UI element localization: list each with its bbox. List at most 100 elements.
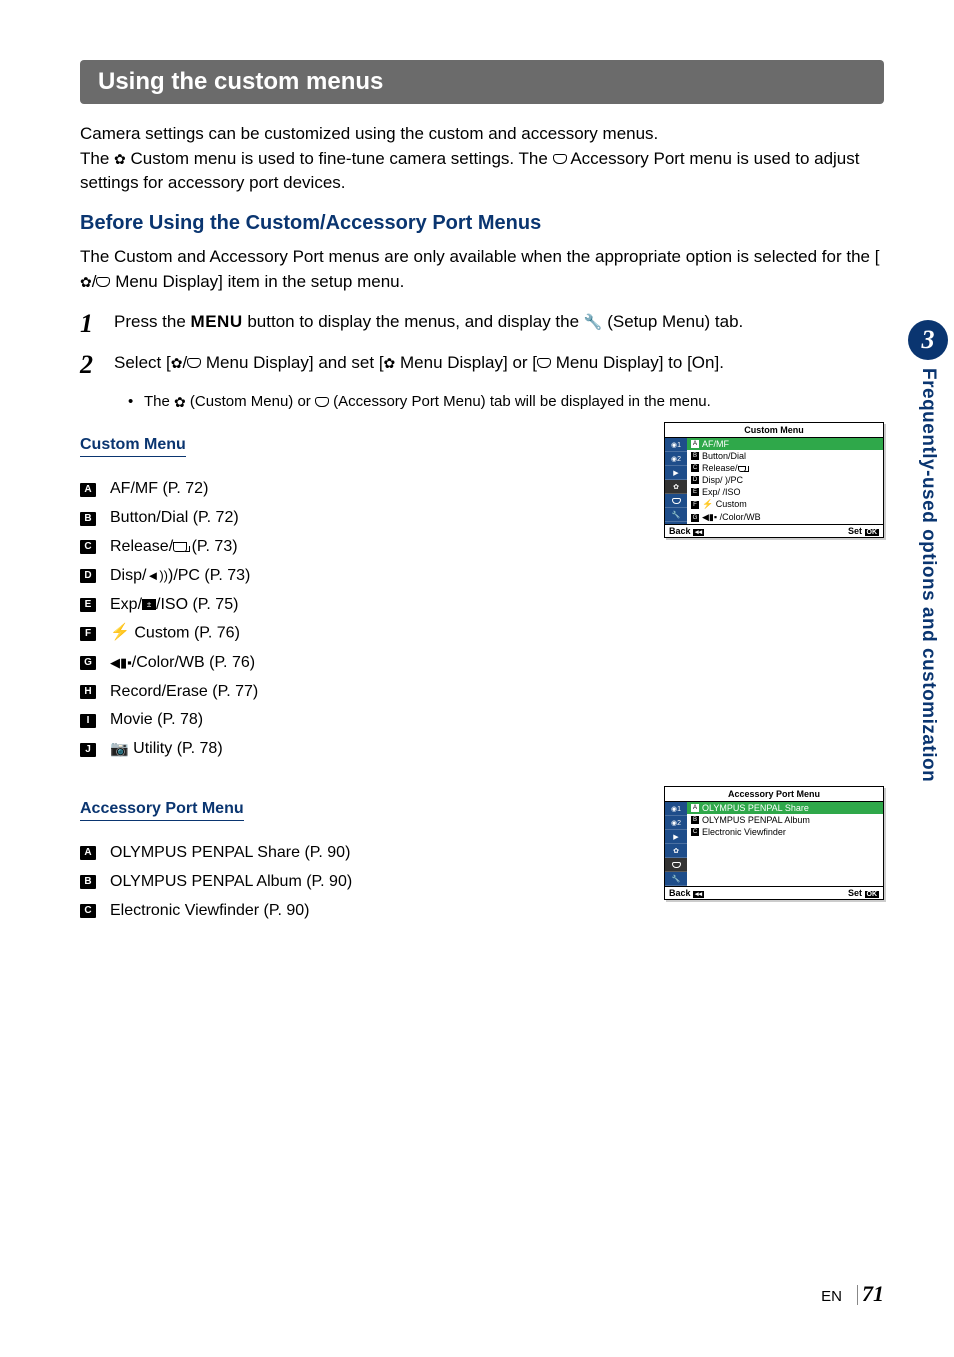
tag-icon: F — [80, 627, 96, 641]
item-label: Record/Erase (P. 77) — [110, 678, 258, 707]
row-label: AF/MF — [702, 439, 729, 449]
ok-key-icon: OK — [865, 891, 880, 898]
bullet-text: The ✿ (Custom Menu) or (Accessory Port M… — [144, 391, 884, 412]
step1-a: Press the — [114, 312, 191, 331]
step2-b: Menu Display] and set [ — [201, 353, 383, 372]
sub-b: (Custom Menu) or — [186, 393, 315, 410]
step-number: 1 — [80, 310, 114, 339]
lbl-b: /ISO (P. 75) — [156, 596, 238, 613]
custom-menu-list: AAF/MF (P. 72) B Button/Dial (P. 72) CRel… — [80, 475, 634, 764]
screen-footer: Back ◂◂ Set OK — [665, 524, 883, 537]
accessory-port-icon — [315, 397, 329, 407]
sound-icon: ◄)) — [146, 568, 168, 583]
row-tag-icon: B — [691, 452, 699, 460]
camera-icon: 📷 — [110, 740, 129, 757]
tag-icon: A — [80, 846, 96, 860]
screen-items: AAF/MF BButton/Dial CRelease/ DDisp/ )/P… — [687, 438, 883, 524]
bullet-dot: • — [128, 391, 144, 412]
screen-row: EExp/ /ISO — [687, 486, 883, 498]
step1-b: button to display the menus, and display… — [243, 312, 584, 331]
drive-icon — [738, 466, 746, 472]
list-item: J📷 Utility (P. 78) — [80, 735, 634, 764]
accessory-menu-title: Accessory Port Menu — [80, 800, 244, 821]
tab-icon: ✿ — [665, 480, 687, 494]
intro-paragraph: Camera settings can be customized using … — [80, 122, 884, 196]
intro-line1: Camera settings can be customized using … — [80, 124, 658, 143]
gear-icon: ✿ — [80, 272, 92, 292]
lbl-a: Custom (P. 76) — [130, 625, 240, 642]
list-item: BOLYMPUS PENPAL Album (P. 90) — [80, 868, 634, 897]
item-label: Button/Dial (P. 72) — [110, 504, 239, 533]
r5: Custom — [713, 499, 747, 509]
tab-icon: ◉2 — [665, 452, 687, 466]
row-tag-icon: A — [691, 440, 699, 448]
r2: Release/ — [702, 463, 738, 473]
row-tag-icon: G — [691, 514, 699, 522]
lang-label: EN — [821, 1288, 842, 1305]
list-item: G◀▮▪/Color/WB (P. 76) — [80, 649, 634, 678]
tag-icon: C — [80, 904, 96, 918]
lbl-a: Disp/ — [110, 567, 146, 584]
list-item: CRelease/ (P. 73) — [80, 533, 634, 562]
tag-icon: I — [80, 714, 96, 728]
tab-icon: 🔧 — [665, 872, 687, 886]
tab-icon — [665, 858, 687, 872]
sub-c: (Accessory Port Menu) tab will be displa… — [329, 393, 711, 410]
lbl-b: (P. 73) — [187, 538, 237, 555]
row-tag-icon: A — [691, 804, 699, 812]
list-item: AAF/MF (P. 72) — [80, 475, 634, 504]
screen-row: G◀▮▪ /Color/WB — [687, 511, 883, 524]
screen-title: Accessory Port Menu — [665, 787, 883, 802]
chapter-number-badge: 3 — [908, 320, 948, 360]
tab-icon: ◉1 — [665, 802, 687, 816]
screen-tab-strip: ◉1 ◉2 ▶ ✿ 🔧 — [665, 438, 687, 524]
list-item: DDisp/◄)))/PC (P. 73) — [80, 562, 634, 591]
row-tag-icon: C — [691, 464, 699, 472]
drive-icon — [173, 542, 187, 552]
row-tag-icon: B — [691, 816, 699, 824]
item-label: ◀▮▪/Color/WB (P. 76) — [110, 649, 255, 678]
row-tag-icon: E — [691, 488, 699, 496]
tab-icon: ▶ — [665, 466, 687, 480]
tag-icon: C — [80, 540, 96, 554]
item-label: Exp/±/ISO (P. 75) — [110, 591, 238, 620]
page-footer: EN 71 — [821, 1281, 884, 1307]
step-text: Press the MENU button to display the men… — [114, 310, 884, 339]
tag-icon: E — [80, 598, 96, 612]
menu-button-label: MENU — [191, 312, 243, 331]
screen-row — [687, 838, 883, 850]
set-label: Set OK — [848, 526, 879, 536]
intro-line2a: The — [80, 149, 114, 168]
screen-row: BButton/Dial — [687, 450, 883, 462]
row-label: OLYMPUS PENPAL Share — [702, 803, 809, 813]
lbl-a: Exp/ — [110, 596, 142, 613]
screen-row: CElectronic Viewfinder — [687, 826, 883, 838]
sub-a: The — [144, 393, 174, 410]
tag-icon: D — [80, 569, 96, 583]
before-text-b: Menu Display] item in the setup menu. — [110, 272, 404, 291]
tag-icon: B — [80, 512, 96, 526]
list-item: CElectronic Viewfinder (P. 90) — [80, 897, 634, 926]
lbl-a: Utility (P. 78) — [129, 740, 223, 757]
lbl-a: /Color/WB (P. 76) — [132, 654, 255, 671]
accessory-port-icon — [187, 358, 201, 368]
r6: /Color/WB — [717, 512, 761, 522]
row-label: ◀▮▪ /Color/WB — [702, 512, 761, 523]
page-heading: Using the custom menus — [80, 60, 884, 104]
step-1: 1 Press the MENU button to display the m… — [80, 310, 884, 339]
screen-row: DDisp/ )/PC — [687, 474, 883, 486]
set-label: Set OK — [848, 888, 879, 898]
custom-menu-title: Custom Menu — [80, 436, 186, 457]
screen-row — [687, 874, 883, 886]
r3: Disp/ )/PC — [702, 475, 743, 485]
list-item: I Movie (P. 78) — [80, 706, 634, 735]
row-label: Release/ — [702, 463, 746, 473]
row-label: ⚡ Custom — [702, 499, 747, 510]
accessory-port-icon — [553, 154, 567, 164]
tag-icon: A — [80, 483, 96, 497]
intro-line2b: Custom menu is used to fine-tune camera … — [126, 149, 553, 168]
item-label: ⚡ Custom (P. 76) — [110, 619, 240, 648]
step2-c: Menu Display] or [ — [395, 353, 537, 372]
item-label: Movie (P. 78) — [110, 706, 203, 735]
item-label: OLYMPUS PENPAL Share (P. 90) — [110, 839, 350, 868]
